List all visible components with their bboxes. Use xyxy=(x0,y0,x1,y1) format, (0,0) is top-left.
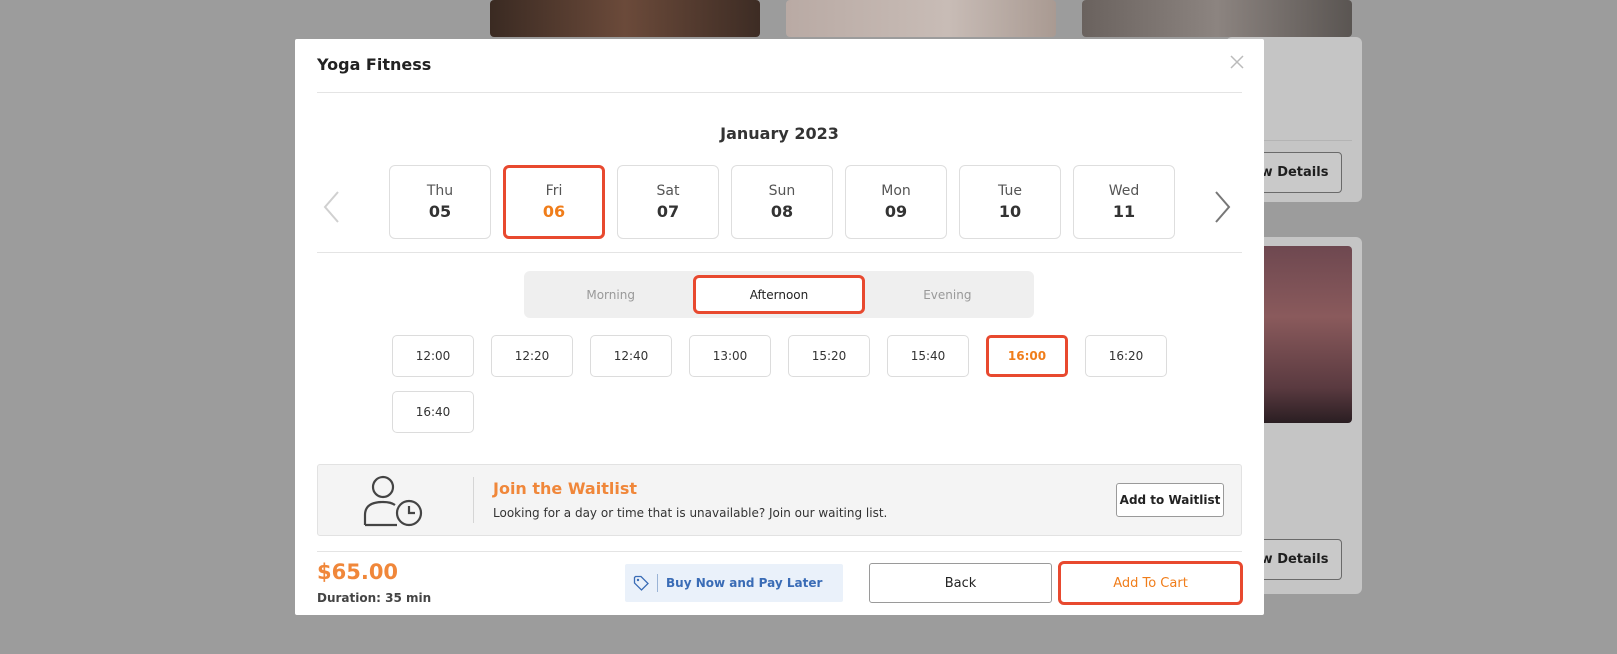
date-day-of-week: Sat xyxy=(656,183,680,199)
chevron-right-icon[interactable] xyxy=(1212,189,1234,225)
tab-evening[interactable]: Evening xyxy=(865,275,1030,314)
date-number: 11 xyxy=(1112,202,1136,221)
chevron-left-icon[interactable] xyxy=(320,189,342,225)
background-photo-2 xyxy=(786,0,1056,37)
waitlist-title: Join the Waitlist xyxy=(493,479,637,498)
date-day-of-week: Mon xyxy=(881,183,911,199)
time-slot-button[interactable]: 16:40 xyxy=(392,391,474,433)
date-card-selected[interactable]: Fri 06 xyxy=(503,165,605,239)
date-day-of-week: Wed xyxy=(1108,183,1140,199)
date-number: 10 xyxy=(998,202,1022,221)
month-label: January 2023 xyxy=(720,124,839,143)
time-slot-button[interactable]: 12:40 xyxy=(590,335,672,377)
date-card[interactable]: Thu 05 xyxy=(389,165,491,239)
waitlist-description: Looking for a day or time that is unavai… xyxy=(493,506,888,520)
tab-morning[interactable]: Morning xyxy=(528,275,693,314)
divider xyxy=(317,252,1242,253)
time-slot-button[interactable]: 12:00 xyxy=(392,335,474,377)
date-number: 07 xyxy=(656,202,680,221)
background-photo-3 xyxy=(1082,0,1352,37)
divider xyxy=(317,92,1242,93)
user-clock-icon xyxy=(363,475,423,527)
date-day-of-week: Tue xyxy=(998,183,1022,199)
date-day-of-week: Fri xyxy=(545,183,563,199)
time-slot-button[interactable]: 16:20 xyxy=(1085,335,1167,377)
booking-modal: Yoga Fitness January 2023 Thu 05 Fri 06 … xyxy=(295,39,1264,615)
close-icon[interactable] xyxy=(1230,55,1244,69)
time-slot-button[interactable]: 15:20 xyxy=(788,335,870,377)
tab-afternoon[interactable]: Afternoon xyxy=(693,275,865,314)
date-card[interactable]: Sun 08 xyxy=(731,165,833,239)
date-card[interactable]: Sat 07 xyxy=(617,165,719,239)
duration: Duration: 35 min xyxy=(317,591,432,605)
date-number: 06 xyxy=(542,202,566,221)
waitlist-panel: Join the Waitlist Looking for a day or t… xyxy=(317,464,1242,536)
date-number: 08 xyxy=(770,202,794,221)
modal-title: Yoga Fitness xyxy=(317,55,432,74)
divider xyxy=(317,551,1242,552)
waitlist-separator xyxy=(473,477,474,523)
date-card[interactable]: Wed 11 xyxy=(1073,165,1175,239)
time-slot-button-selected[interactable]: 16:00 xyxy=(986,335,1068,377)
tag-icon xyxy=(633,575,649,591)
add-to-waitlist-button[interactable]: Add to Waitlist xyxy=(1116,483,1224,517)
time-slots: 12:00 12:20 12:40 13:00 15:20 15:40 16:0… xyxy=(392,335,1192,433)
date-day-of-week: Thu xyxy=(426,183,454,199)
time-slot-button[interactable]: 13:00 xyxy=(689,335,771,377)
date-selector: Thu 05 Fri 06 Sat 07 Sun 08 Mon 09 Tue 1… xyxy=(389,165,1175,239)
back-button[interactable]: Back xyxy=(869,563,1052,603)
price: $65.00 xyxy=(317,560,399,584)
time-slot-button[interactable]: 12:20 xyxy=(491,335,573,377)
bnpl-label: Buy Now and Pay Later xyxy=(666,576,823,590)
time-slot-button[interactable]: 15:40 xyxy=(887,335,969,377)
period-tabs: Morning Afternoon Evening xyxy=(524,271,1034,318)
buy-now-pay-later-button[interactable]: Buy Now and Pay Later xyxy=(625,564,843,602)
date-day-of-week: Sun xyxy=(768,183,796,199)
bnpl-separator xyxy=(657,574,658,592)
date-card[interactable]: Tue 10 xyxy=(959,165,1061,239)
add-to-cart-button[interactable]: Add To Cart xyxy=(1058,561,1243,605)
background-photo-1 xyxy=(490,0,760,37)
date-card[interactable]: Mon 09 xyxy=(845,165,947,239)
date-number: 05 xyxy=(428,202,452,221)
date-number: 09 xyxy=(884,202,908,221)
